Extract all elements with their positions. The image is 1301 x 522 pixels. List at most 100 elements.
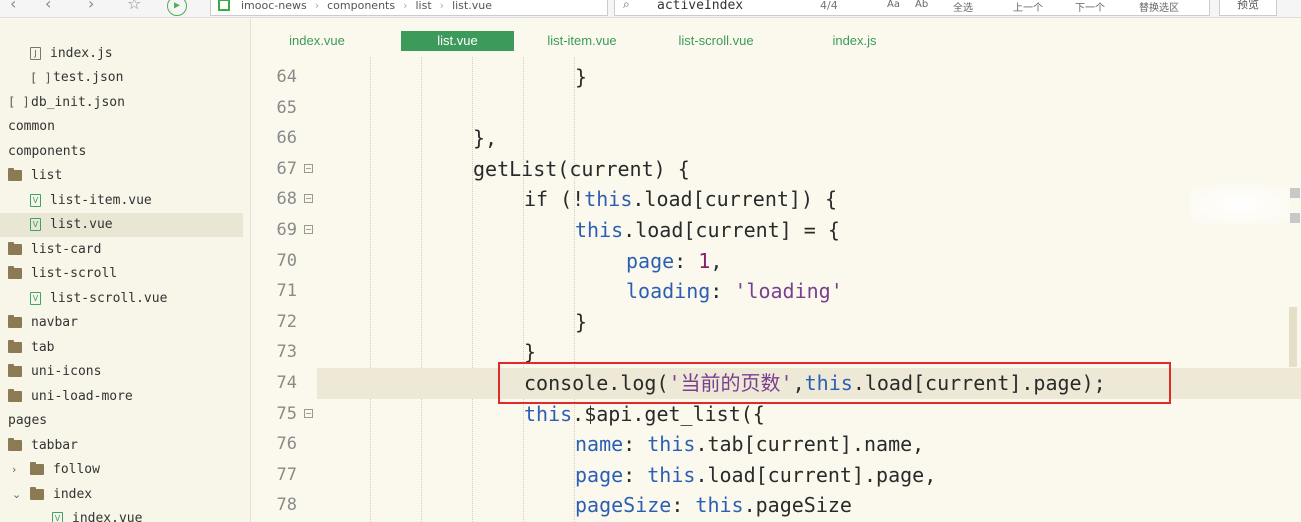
breadcrumb[interactable]: imooc-news › components › list › list.vue bbox=[210, 0, 608, 16]
fold-toggle-icon[interactable]: − bbox=[304, 194, 313, 204]
run-icon[interactable]: ▶ bbox=[167, 0, 187, 16]
chevron-down-icon[interactable]: ⌄ bbox=[12, 488, 24, 501]
sidebar-item[interactable]: › follow bbox=[0, 458, 243, 482]
breadcrumb-item[interactable]: components bbox=[327, 0, 395, 12]
code-token: this bbox=[584, 187, 633, 212]
sidebar-item-label: tabbar bbox=[31, 437, 78, 453]
code-token: page bbox=[626, 248, 675, 273]
code-editor[interactable]: 64} 65 66}, 67− getList(current) {68− if (!th… bbox=[252, 57, 1301, 522]
tab-list-vue[interactable]: list.vue bbox=[401, 31, 514, 51]
fold-toggle-icon[interactable]: − bbox=[304, 225, 313, 234]
select-all-button[interactable]: 全选 bbox=[953, 0, 973, 14]
sidebar-item[interactable]: uni-icons bbox=[0, 360, 243, 384]
code-line[interactable]: 76 name: this.tab[current].name, bbox=[252, 429, 1301, 460]
sidebar-item[interactable]: Vlist-scroll.vue bbox=[0, 286, 243, 310]
code-text: pageSize: this.pageSize bbox=[575, 490, 852, 520]
sidebar-item[interactable]: tab bbox=[0, 335, 243, 359]
code-token: : bbox=[623, 462, 648, 487]
fold-toggle-icon[interactable]: − bbox=[304, 408, 313, 418]
sidebar-item[interactable]: list bbox=[0, 164, 243, 188]
top-toolbar: ‹ ‹ › ☆ ▶ imooc-news › components › list › lis… bbox=[0, 0, 1301, 18]
code-line[interactable]: 70 page: 1, bbox=[252, 246, 1301, 277]
sidebar-item-label: components bbox=[8, 143, 87, 159]
json-file-icon: [ ] bbox=[8, 95, 30, 109]
code-text: page: this.load[current].page, bbox=[575, 460, 936, 490]
code-token: this bbox=[575, 218, 624, 242]
project-icon bbox=[218, 0, 230, 11]
breadcrumb-item[interactable]: list.vue bbox=[452, 0, 492, 12]
match-case-toggle[interactable]: Aa bbox=[887, 0, 900, 10]
sidebar-item[interactable]: Vlist.vue bbox=[0, 212, 243, 237]
code-line[interactable]: 66}, bbox=[252, 123, 1301, 154]
back-icon[interactable]: ‹ bbox=[45, 0, 51, 13]
sidebar-item[interactable]: ⌄ index bbox=[0, 482, 243, 506]
breadcrumb-item[interactable]: imooc-news bbox=[241, 0, 307, 12]
find-bar: ⌕ activeIndex 4/4 Aa Ab 全选 上一个 下一个 替换选区 bbox=[614, 0, 1210, 16]
line-number: 72 bbox=[276, 311, 297, 332]
sidebar-item[interactable]: uni-load-more bbox=[0, 384, 243, 408]
annotation-highlight-box bbox=[498, 362, 1171, 404]
breadcrumb-item[interactable]: list bbox=[416, 0, 432, 12]
star-icon[interactable]: ☆ bbox=[127, 0, 141, 13]
code-line[interactable]: 68− if (!this.load[current]) { bbox=[252, 184, 1301, 215]
folder-icon bbox=[8, 266, 22, 279]
tab-index-js[interactable]: index.js bbox=[817, 31, 892, 51]
code-token: name bbox=[575, 432, 624, 457]
fold-toggle-icon[interactable]: − bbox=[304, 163, 313, 173]
sidebar-item[interactable]: Vlist-item.vue bbox=[0, 188, 243, 212]
sidebar-item[interactable]: [ ] test.json bbox=[0, 66, 243, 90]
line-number: 70 bbox=[276, 250, 297, 271]
sidebar-item[interactable]: [ ] db_init.json bbox=[0, 90, 243, 114]
code-line[interactable]: 71 loading: 'loading' bbox=[252, 276, 1301, 307]
code-line[interactable]: 67− getList(current) { bbox=[252, 154, 1301, 185]
sidebar-item-label: navbar bbox=[31, 315, 78, 330]
code-line[interactable]: 64} bbox=[252, 62, 1301, 93]
code-line[interactable]: 69− this.load[current] = { bbox=[252, 215, 1301, 246]
code-text: }, bbox=[473, 123, 497, 153]
code-line[interactable]: 72} bbox=[252, 307, 1301, 338]
code-text: } bbox=[575, 307, 587, 337]
line-number: 65 bbox=[276, 97, 297, 118]
find-prev-button[interactable]: 上一个 bbox=[1013, 0, 1043, 14]
code-token: } bbox=[575, 65, 588, 89]
sidebar-item[interactable]: tabbar bbox=[0, 433, 243, 457]
editor-tabs: index.vue list.vue list-item.vue list-sc… bbox=[252, 19, 1301, 57]
find-next-button[interactable]: 下一个 bbox=[1075, 0, 1105, 14]
tab-list-item-vue[interactable]: list-item.vue bbox=[532, 31, 632, 51]
whole-word-toggle[interactable]: Ab bbox=[915, 0, 928, 10]
sidebar-item[interactable]: Jindex.js bbox=[0, 41, 243, 65]
code-text: page: 1, bbox=[626, 246, 722, 276]
sidebar-item[interactable]: list-scroll bbox=[0, 262, 243, 286]
line-number: 78 bbox=[276, 495, 297, 516]
find-input[interactable]: activeIndex bbox=[657, 0, 743, 13]
code-text: name: this.tab[current].name, bbox=[575, 429, 924, 459]
sidebar-item[interactable]: navbar bbox=[0, 311, 243, 335]
vue-file-icon: V bbox=[52, 512, 63, 522]
code-token: 1 bbox=[698, 248, 711, 273]
vue-file-icon: V bbox=[30, 193, 41, 207]
sidebar-item[interactable]: components bbox=[0, 139, 243, 163]
code-line[interactable]: 77 page: this.load[current].page, bbox=[252, 460, 1301, 491]
sidebar-item[interactable]: pages bbox=[0, 409, 243, 433]
scrollbar-thumb[interactable] bbox=[1289, 307, 1297, 367]
chevron-right-icon[interactable]: › bbox=[12, 463, 24, 476]
code-token: }, bbox=[473, 126, 498, 151]
sidebar-item[interactable]: list-card bbox=[0, 237, 243, 261]
code-line[interactable]: 65 bbox=[252, 93, 1301, 124]
sidebar-item[interactable]: Vindex.vue bbox=[0, 507, 243, 522]
code-line[interactable]: 78 pageSize: this.pageSize bbox=[252, 490, 1301, 521]
line-number: 76 bbox=[276, 434, 297, 455]
find-count: 4/4 bbox=[820, 0, 838, 12]
sidebar-item-label: index.vue bbox=[72, 511, 143, 522]
tab-list-scroll-vue[interactable]: list-scroll.vue bbox=[664, 31, 768, 51]
replace-selection-button[interactable]: 替换选区 bbox=[1139, 0, 1179, 14]
preview-button[interactable]: 预览 bbox=[1219, 0, 1277, 16]
code-token: : bbox=[623, 432, 648, 457]
menu-icon[interactable]: ‹ bbox=[10, 0, 16, 13]
code-token: .pageSize bbox=[743, 493, 852, 518]
forward-icon[interactable]: › bbox=[88, 0, 94, 13]
code-token: , bbox=[710, 248, 723, 273]
tab-index-vue[interactable]: index.vue bbox=[277, 31, 357, 51]
code-token: this bbox=[524, 401, 573, 426]
sidebar-item[interactable]: common bbox=[0, 115, 243, 139]
